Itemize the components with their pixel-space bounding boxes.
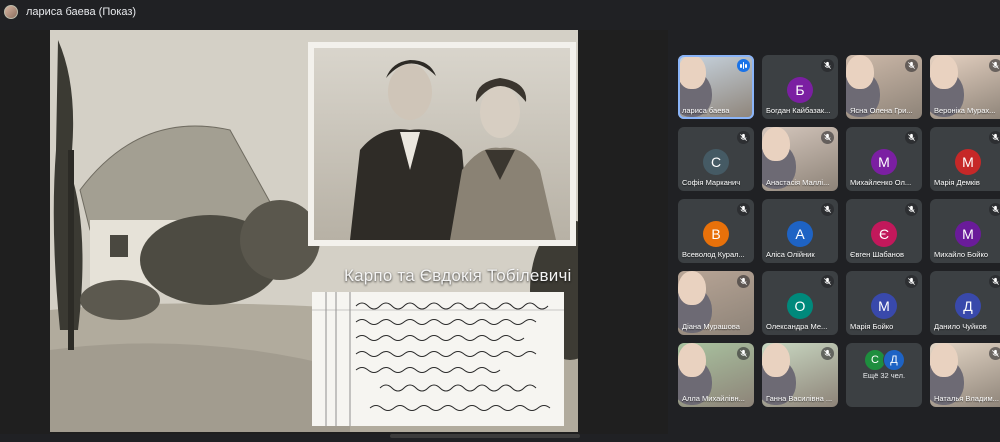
mic-off-icon — [737, 275, 750, 288]
participant-name: Олександра Ме... — [766, 322, 828, 331]
participant-tile[interactable]: Є Євген Шабанов — [846, 199, 922, 263]
mic-off-icon — [989, 347, 1000, 360]
participant-avatar: С — [703, 149, 729, 175]
presenter-title: лариса баева (Показ) — [26, 6, 137, 18]
mic-off-icon — [989, 203, 1000, 216]
participant-video — [930, 55, 958, 89]
participant-tile[interactable]: М Михайло Бойко — [930, 199, 1000, 263]
mic-off-icon — [989, 59, 1000, 72]
mic-off-icon — [989, 131, 1000, 144]
participant-video — [762, 343, 790, 377]
participant-tile[interactable]: Вероніка Мурах... — [930, 55, 1000, 119]
participant-tile[interactable]: лариса баева — [678, 55, 754, 119]
participant-name: Аліса Олійник — [766, 250, 815, 259]
participant-avatar: В — [703, 221, 729, 247]
mic-off-icon — [905, 203, 918, 216]
participant-name: Всеволод Курал... — [682, 250, 745, 259]
mic-off-icon — [737, 131, 750, 144]
participant-name: Євген Шабанов — [850, 250, 904, 259]
participant-tile[interactable]: Наталья Владим... — [930, 343, 1000, 407]
mic-off-icon — [821, 275, 834, 288]
participant-name: Михайло Бойко — [934, 250, 988, 259]
participant-name: Софія Марканич — [682, 178, 741, 187]
participant-video — [678, 343, 706, 377]
participant-name: Михайленко Ол... — [850, 178, 912, 187]
participant-name: Данило Чуйков — [934, 322, 987, 331]
participant-avatar: М — [871, 293, 897, 319]
participant-tile[interactable]: С Софія Марканич — [678, 127, 754, 191]
mic-off-icon — [989, 275, 1000, 288]
participant-name: Марія Бойко — [850, 322, 894, 331]
participant-avatar: Є — [871, 221, 897, 247]
more-avatars: СД — [864, 349, 905, 371]
participant-avatar: М — [871, 149, 897, 175]
participant-avatar: О — [787, 293, 813, 319]
participant-tile[interactable]: М Марія Бойко — [846, 271, 922, 335]
participant-tile[interactable]: А Аліса Олійник — [762, 199, 838, 263]
participant-name: лариса баева — [682, 106, 730, 115]
participant-tile[interactable]: Ясна Олена Гри... — [846, 55, 922, 119]
participant-name: Алла Михайлівн... — [682, 394, 745, 403]
slide-caption: Карпо та Євдокія Тобілевичі — [344, 266, 572, 285]
more-participants-tile[interactable]: С Д Ещё 32 чел. — [846, 343, 922, 407]
audio-level-icon — [737, 59, 750, 72]
participant-video — [762, 127, 790, 161]
more-avatar: Д — [883, 349, 905, 371]
participant-tile[interactable]: Діана Мурашова — [678, 271, 754, 335]
participant-avatar: Д — [955, 293, 981, 319]
participant-avatar: М — [955, 149, 981, 175]
participant-video — [678, 271, 706, 305]
presenter-avatar — [4, 5, 18, 19]
participant-name: Вероніка Мурах... — [934, 106, 996, 115]
participant-tile[interactable]: Ганна Василівна ... — [762, 343, 838, 407]
presentation-controls-bar[interactable] — [390, 434, 580, 438]
mic-off-icon — [905, 59, 918, 72]
participant-video — [678, 55, 706, 89]
participant-avatar: А — [787, 221, 813, 247]
participant-name: Марія Демків — [934, 178, 980, 187]
participant-video — [930, 343, 958, 377]
participant-tile[interactable]: В Всеволод Курал... — [678, 199, 754, 263]
participant-tile[interactable]: М Михайленко Ол... — [846, 127, 922, 191]
participant-tile[interactable]: Д Данило Чуйков — [930, 271, 1000, 335]
participant-tile[interactable]: Алла Михайлівн... — [678, 343, 754, 407]
participant-name: Анастасія Маллі... — [766, 178, 830, 187]
presentation-slide: Карпо та Євдокія Тобілевичі — [50, 30, 578, 432]
participant-name: Діана Мурашова — [682, 322, 740, 331]
shared-screen[interactable]: Карпо та Євдокія Тобілевичі — [0, 30, 668, 438]
participant-tile[interactable]: М Марія Демків — [930, 127, 1000, 191]
participant-tile[interactable]: Б Богдан Кайбазак... — [762, 55, 838, 119]
mic-off-icon — [821, 203, 834, 216]
participant-tile[interactable]: О Олександра Ме... — [762, 271, 838, 335]
slide-artwork — [50, 30, 578, 432]
participant-avatar: М — [955, 221, 981, 247]
mic-off-icon — [737, 347, 750, 360]
mic-off-icon — [905, 275, 918, 288]
participant-name: Богдан Кайбазак... — [766, 106, 831, 115]
participant-avatar: Б — [787, 77, 813, 103]
participant-name: Ясна Олена Гри... — [850, 106, 913, 115]
participant-name: Ганна Василівна ... — [766, 394, 833, 403]
mic-off-icon — [737, 203, 750, 216]
top-bar: лариса баева (Показ) — [0, 0, 1000, 24]
mic-off-icon — [821, 347, 834, 360]
mic-off-icon — [905, 131, 918, 144]
participant-tile[interactable]: Анастасія Маллі... — [762, 127, 838, 191]
participant-name: Наталья Владим... — [934, 394, 999, 403]
participant-video — [846, 55, 874, 89]
mic-off-icon — [821, 59, 834, 72]
mic-off-icon — [821, 131, 834, 144]
more-participants-label: Ещё 32 чел. — [862, 371, 906, 380]
